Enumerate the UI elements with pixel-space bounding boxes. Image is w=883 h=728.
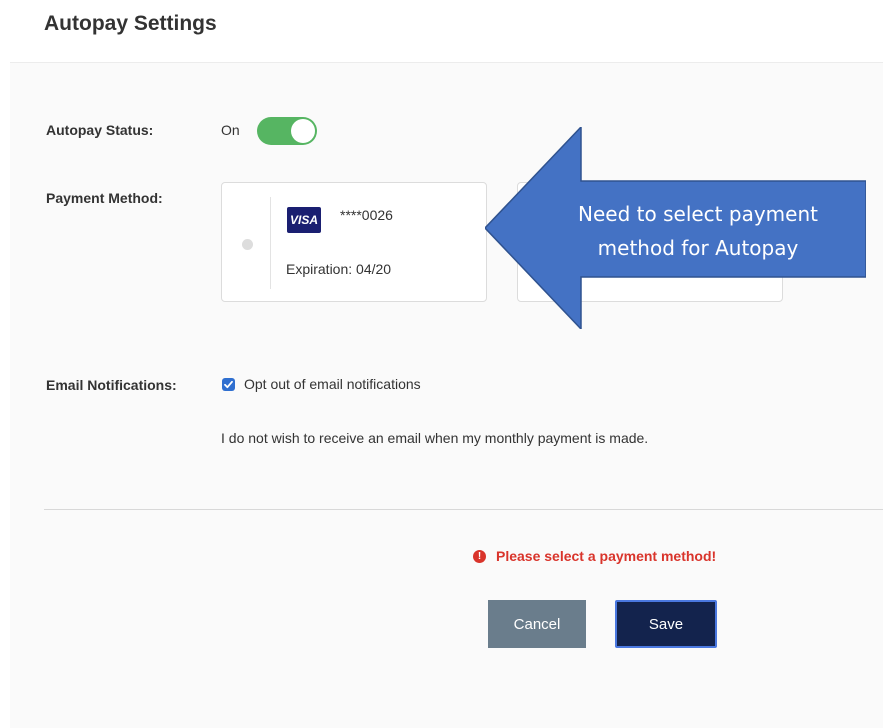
visa-logo: VISA	[287, 207, 321, 233]
card-number: ****0026	[340, 207, 393, 223]
save-button[interactable]: Save	[615, 600, 717, 648]
payment-card-radio[interactable]	[242, 239, 253, 250]
error-message: Please select a payment method!	[496, 548, 717, 564]
email-notifications-description: I do not wish to receive an email when m…	[221, 430, 649, 446]
section-divider	[44, 509, 883, 510]
checkmark-icon	[224, 380, 233, 389]
cancel-button[interactable]: Cancel	[488, 600, 586, 648]
payment-card-visa[interactable]: VISA ****0026 Expiration: 04/20	[221, 182, 487, 302]
autopay-status-value: On	[221, 122, 240, 138]
card-divider	[270, 197, 271, 289]
opt-out-checkbox-label[interactable]: Opt out of email notifications	[244, 376, 421, 392]
card-expiration: Expiration: 04/20	[286, 261, 392, 277]
annotation-text: Need to select payment method for Autopa…	[578, 202, 818, 260]
toggle-knob	[291, 119, 315, 143]
autopay-status-label: Autopay Status:	[46, 122, 154, 138]
autopay-toggle[interactable]	[257, 117, 317, 145]
opt-out-checkbox[interactable]	[222, 378, 235, 391]
page-title: Autopay Settings	[44, 12, 217, 35]
payment-method-label: Payment Method:	[46, 190, 163, 206]
email-notifications-label: Email Notifications:	[46, 377, 177, 393]
alert-circle-icon: !	[473, 550, 486, 563]
